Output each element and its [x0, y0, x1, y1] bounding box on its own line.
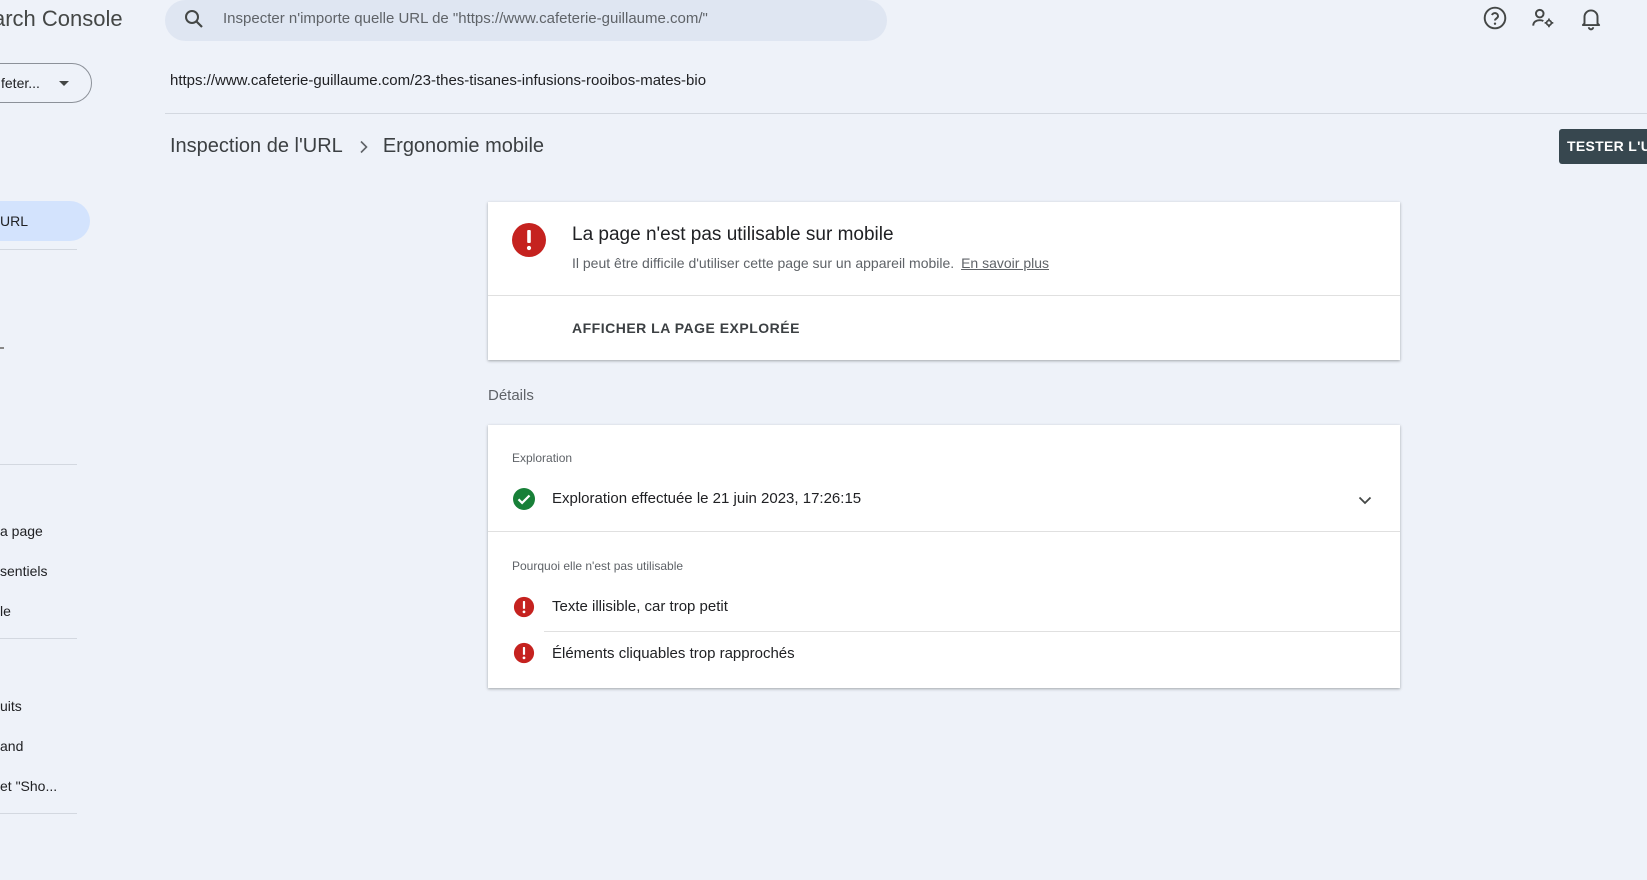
status-subtitle: Il peut être difficile d'utiliser cette …: [572, 255, 1049, 271]
error-icon: [513, 596, 535, 618]
crawl-status-text: Exploration effectuée le 21 juin 2023, 1…: [552, 490, 862, 507]
chevron-down-icon[interactable]: [1356, 491, 1374, 509]
sidebar-divider: [0, 638, 77, 639]
url-search-bar[interactable]: [165, 0, 887, 41]
status-title: La page n'est pas utilisable sur mobile: [572, 224, 894, 245]
reasons-section-label: Pourquoi elle n'est pas utilisable: [512, 559, 684, 573]
crawl-section-label: Exploration: [512, 451, 573, 465]
sidebar-item-url-inspection[interactable]: URL: [0, 201, 90, 241]
error-icon: [512, 223, 546, 257]
sidebar-item[interactable]: and: [0, 738, 23, 754]
reason-text: Texte illisible, car trop petit: [552, 598, 728, 615]
details-card: Exploration Exploration effectuée le 21 …: [488, 425, 1400, 688]
manage-users-icon[interactable]: [1530, 5, 1556, 31]
error-icon: [513, 642, 535, 664]
chevron-right-icon: [360, 140, 368, 153]
details-heading: Détails: [488, 387, 534, 404]
sidebar-divider: [0, 249, 77, 250]
status-card: La page n'est pas utilisable sur mobile …: [488, 202, 1400, 360]
card-divider: [488, 531, 1400, 532]
property-selector[interactable]: feter...: [0, 63, 92, 103]
sidebar-item[interactable]: uits: [0, 698, 22, 714]
sidebar-item[interactable]: a page: [0, 523, 43, 539]
header-divider: [165, 113, 1647, 114]
breadcrumb-parent[interactable]: Inspection de l'URL: [170, 135, 343, 158]
sidebar-item[interactable]: et "Sho...: [0, 778, 57, 794]
sidebar-divider: [0, 813, 77, 814]
url-search-input[interactable]: [223, 6, 863, 30]
breadcrumb-current: Ergonomie mobile: [382, 135, 545, 157]
inspected-url: https://www.cafeterie-guillaume.com/23-t…: [170, 72, 707, 89]
sidebar-fragment: [0, 347, 4, 349]
view-crawled-page-button[interactable]: AFFICHER LA PAGE EXPLORÉE: [572, 320, 800, 336]
status-description: Il peut être difficile d'utiliser cette …: [572, 255, 955, 271]
learn-more-link[interactable]: En savoir plus: [961, 255, 1049, 271]
check-circle-icon: [513, 488, 535, 510]
card-divider: [488, 295, 1400, 296]
row-divider: [544, 631, 1400, 632]
reason-text: Éléments cliquables trop rapprochés: [552, 645, 795, 662]
notifications-icon[interactable]: [1578, 5, 1604, 31]
dropdown-caret-icon: [59, 81, 69, 86]
sidebar-item-label: URL: [0, 213, 29, 229]
app-title: arch Console: [0, 6, 123, 31]
test-live-url-button[interactable]: TESTER L'UR: [1559, 129, 1647, 164]
breadcrumb: Inspection de l'URL Ergonomie mobile: [170, 135, 544, 158]
search-icon: [185, 10, 203, 28]
sidebar-item[interactable]: le: [0, 603, 11, 619]
help-icon[interactable]: [1482, 5, 1508, 31]
property-label: feter...: [1, 75, 40, 91]
sidebar-divider: [0, 464, 77, 465]
sidebar-item[interactable]: sentiels: [0, 563, 47, 579]
